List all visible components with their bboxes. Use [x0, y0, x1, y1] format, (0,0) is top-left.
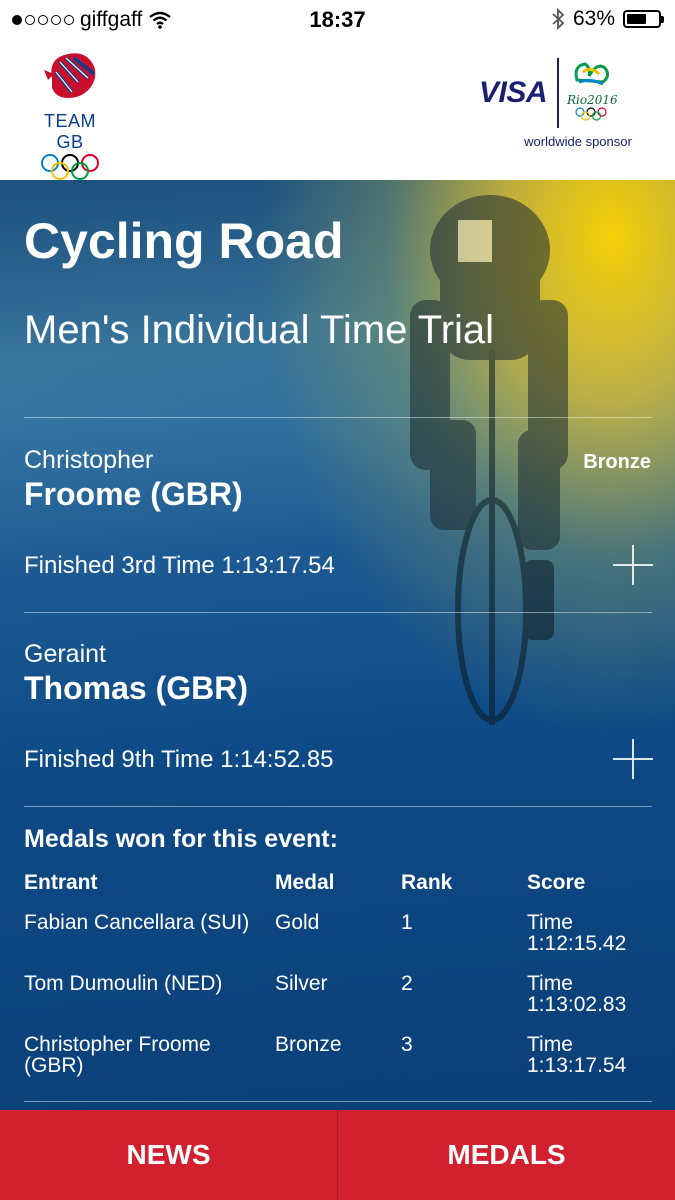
table-header-row: Entrant Medal Rank Score: [24, 872, 652, 912]
athlete-result: Finished 3rd Time 1:13:17.54: [24, 552, 335, 579]
column-header-rank: Rank: [401, 871, 453, 894]
divider: [24, 1101, 652, 1102]
entrant-cell: Tom Dumoulin (NED): [24, 972, 223, 995]
entrant-cell: Fabian Cancellara (SUI): [24, 911, 250, 934]
app-header: TEAM GB VISA Rio2016 worldwide sponsor: [0, 40, 675, 180]
expand-plus-icon[interactable]: [613, 545, 653, 585]
event-detail[interactable]: Cycling Road Men's Individual Time Trial…: [0, 180, 675, 1110]
score-label: Time: [527, 1033, 573, 1056]
team-gb-label: TEAM GB: [43, 111, 96, 152]
news-tab[interactable]: NEWS: [0, 1110, 338, 1200]
lion-icon: [44, 53, 96, 98]
event-discipline: Men's Individual Time Trial: [24, 308, 495, 352]
score-cell: Time 1:12:15.42: [527, 912, 657, 954]
sponsor-caption: worldwide sponsor: [524, 134, 632, 149]
rank-cell: 1: [401, 911, 413, 934]
status-bar: giffgaff 18:37 63%: [0, 0, 675, 40]
status-right: 63%: [551, 7, 664, 31]
score-cell: Time 1:13:17.54: [527, 1034, 657, 1076]
visa-logo: VISA: [479, 76, 548, 109]
athlete-medal: Bronze: [583, 451, 651, 473]
score-value: 1:13:17.54: [527, 1054, 627, 1077]
bluetooth-icon: [552, 8, 565, 30]
score-value: 1:12:15.42: [527, 932, 627, 955]
rank-cell: 2: [401, 972, 413, 995]
medal-cell: Bronze: [275, 1033, 342, 1056]
medal-cell: Silver: [275, 972, 328, 995]
table-row: Fabian Cancellara (SUI) Gold 1 Time 1:12…: [24, 912, 652, 973]
olympic-rings-icon: [41, 154, 99, 180]
bottom-nav: NEWS MEDALS: [0, 1110, 675, 1200]
score-cell: Time 1:13:02.83: [527, 973, 657, 1015]
athlete-last-name: Thomas (GBR): [24, 670, 248, 706]
divider: [24, 806, 652, 807]
small-olympic-rings-icon: [575, 107, 607, 121]
athlete-first-name: Geraint: [24, 640, 106, 668]
score-label: Time: [527, 911, 573, 934]
rio-emblem-icon: [574, 62, 610, 86]
battery-icon: [623, 10, 664, 28]
divider: [24, 417, 652, 418]
sponsor-divider: [557, 58, 559, 128]
medals-table: Entrant Medal Rank Score Fabian Cancella…: [24, 872, 652, 1095]
rank-cell: 3: [401, 1033, 413, 1056]
column-header-medal: Medal: [275, 871, 335, 894]
athlete-first-name: Christopher: [24, 446, 154, 474]
medals-heading: Medals won for this event:: [24, 825, 338, 853]
athlete-result: Finished 9th Time 1:14:52.85: [24, 746, 334, 773]
table-row: Christopher Froome (GBR) Bronze 3 Time 1…: [24, 1034, 652, 1095]
rio-2016-text: Rio2016: [567, 93, 618, 107]
score-label: Time: [527, 972, 573, 995]
team-gb-logo[interactable]: TEAM GB: [28, 48, 112, 186]
table-row: Tom Dumoulin (NED) Silver 2 Time 1:13:02…: [24, 973, 652, 1034]
entrant-cell: Christopher Froome (GBR): [24, 1033, 211, 1077]
battery-percent: 63%: [572, 7, 615, 30]
column-header-score: Score: [527, 871, 586, 894]
event-sport-title: Cycling Road: [24, 213, 344, 269]
score-value: 1:13:02.83: [527, 993, 627, 1016]
column-header-entrant: Entrant: [24, 871, 98, 894]
medals-tab[interactable]: MEDALS: [338, 1110, 675, 1200]
expand-plus-icon[interactable]: [613, 739, 653, 779]
medal-cell: Gold: [275, 911, 320, 934]
divider: [24, 612, 652, 613]
rio-2016-logo: Rio2016: [567, 58, 618, 126]
athlete-last-name: Froome (GBR): [24, 476, 243, 512]
